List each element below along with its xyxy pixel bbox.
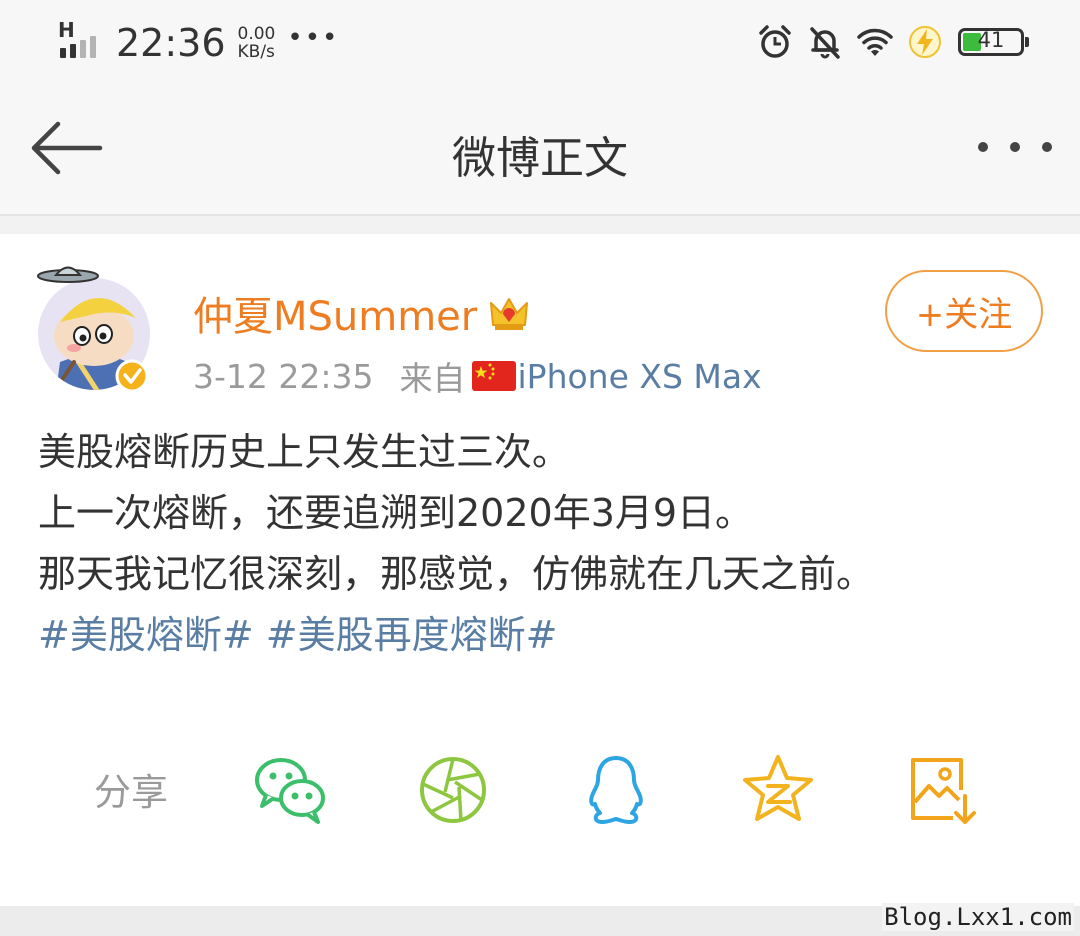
post-content: 美股熔断历史上只发生过三次。 上一次熔断，还要追溯到2020年3月9日。 那天我… [38,422,1048,666]
crown-icon[interactable] [487,291,531,335]
share-label: 分享 [94,771,168,814]
wechat-icon[interactable] [252,752,328,828]
share-bar: 分享 [0,742,1080,832]
mute-icon [810,27,840,59]
qzone-icon[interactable] [740,752,816,828]
network-type-label: H [58,18,75,42]
china-flag-icon [471,361,516,391]
wifi-icon [857,28,893,56]
post-source-prefix: 来自 [399,359,466,398]
network-speed-value: 0.00 [237,24,276,44]
post-text-line: 那天我记忆很深刻，那感觉，仿佛就在几天之前。 [38,552,875,596]
hashtag-row: #美股熔断# #美股再度熔断# [38,605,1048,666]
battery-level: 41 [977,28,1005,52]
nav-bar: 微博正文 [0,88,1080,216]
charging-icon [909,26,941,58]
post-card: 仲夏MSummer 3-12 22:35 来自 iPhone XS Max +关… [0,234,1080,906]
post-timestamp: 3-12 22:35 [193,356,374,396]
hashtag-link[interactable]: #美股再度熔断# [266,613,558,657]
status-left: H 22:36 0.00 KB/s ••• [58,18,339,68]
status-bar: H 22:36 0.00 KB/s ••• 41 [0,0,1080,88]
post-meta: 3-12 22:35 来自 iPhone XS Max [193,352,762,400]
post-device[interactable]: iPhone XS Max [518,357,762,396]
signal-icon: H [58,18,108,66]
battery-icon: 41 [958,28,1029,56]
save-image-icon[interactable] [903,752,979,828]
follow-button[interactable]: +关注 [885,270,1043,352]
post-text-line: 上一次熔断，还要追溯到2020年3月9日。 [38,491,754,535]
network-speed: 0.00 KB/s [238,25,276,61]
post-author[interactable]: 仲夏MSummer [193,284,531,342]
clock: 22:36 [116,21,226,65]
network-speed-unit: KB/s [237,42,275,62]
page-title: 微博正文 [452,133,628,184]
watermark: Blog.Lxx1.com [882,903,1074,931]
post-author-name[interactable]: 仲夏MSummer [193,284,477,342]
avatar[interactable] [36,262,152,392]
status-right: 41 [756,20,1029,64]
moments-icon[interactable] [415,752,491,828]
hashtag-link[interactable]: #美股熔断# [38,613,254,657]
post-text-line: 美股熔断历史上只发生过三次。 [38,430,571,474]
qq-icon[interactable] [578,752,654,828]
notification-more-icon: ••• [287,23,340,53]
more-icon[interactable] [978,132,1052,162]
alarm-icon [759,25,791,58]
